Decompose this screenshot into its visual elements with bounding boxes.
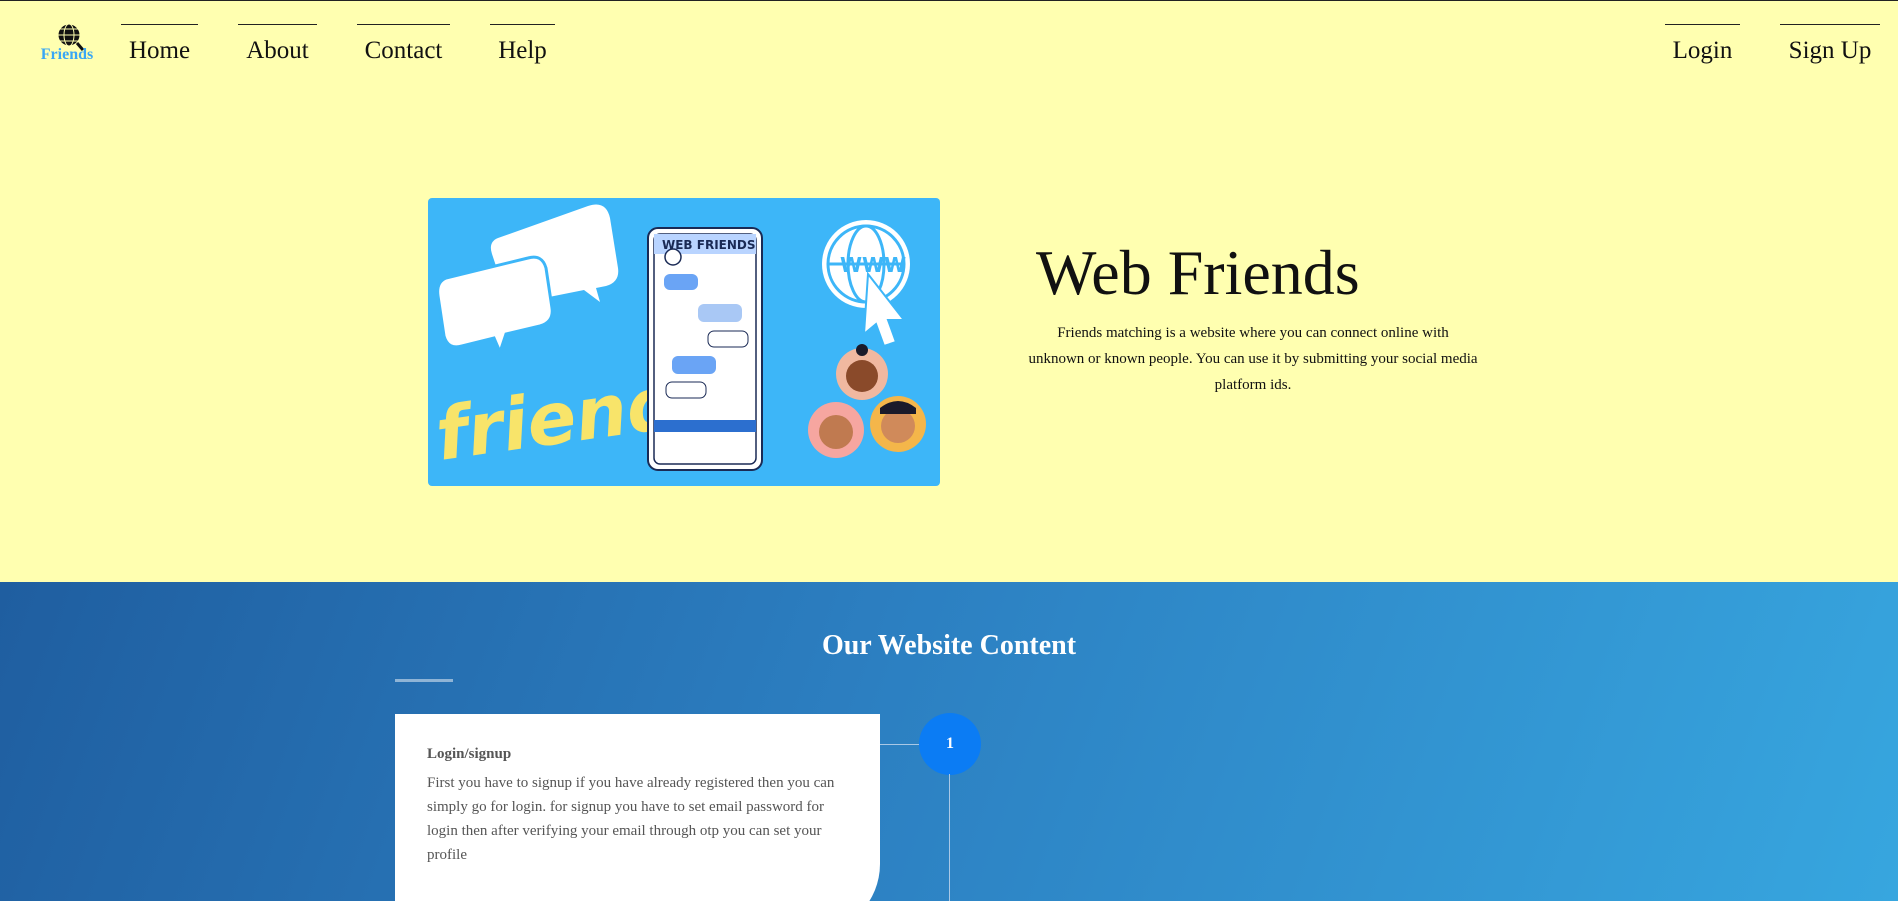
- nav-home-link[interactable]: Home: [121, 24, 198, 68]
- hero-description: Friends matching is a website where you …: [1028, 325, 1478, 393]
- speech-bubbles-icon: [436, 204, 619, 357]
- step-card-title: Login/signup: [427, 746, 512, 762]
- section-divider: [395, 679, 453, 682]
- logo-text: Friends: [40, 46, 94, 63]
- people-avatars-icon: [808, 344, 926, 458]
- timeline-connector: [880, 744, 920, 745]
- site-logo[interactable]: Friends: [36, 22, 98, 68]
- step-card: Login/signup First you have to signup if…: [395, 714, 880, 901]
- hero-illustration-graphic: friends WEB FRIENDS WWW: [431, 204, 926, 477]
- website-content-section: Our Website Content Login/signup First y…: [0, 582, 1898, 901]
- phone-icon: WEB FRIENDS: [647, 227, 763, 471]
- step-card-body: First you have to signup if you have alr…: [427, 775, 835, 863]
- nav-help-link[interactable]: Help: [490, 24, 555, 68]
- section-title: Our Website Content: [821, 630, 1077, 661]
- hero-title: Web Friends: [1036, 237, 1360, 308]
- www-globe-icon: WWW: [822, 220, 910, 348]
- timeline-line: [949, 774, 950, 901]
- nav-signup-link[interactable]: Sign Up: [1780, 24, 1880, 68]
- nav-login-link[interactable]: Login: [1665, 24, 1740, 68]
- hero-illustration: friends WEB FRIENDS WWW: [428, 198, 940, 486]
- step-number-badge: 1: [919, 713, 981, 775]
- nav-about-link[interactable]: About: [238, 24, 317, 68]
- nav-contact-link[interactable]: Contact: [357, 24, 450, 68]
- top-navigation: Friends Home About Contact Help Login Si…: [0, 0, 1898, 80]
- globe-text: WWW: [840, 253, 906, 277]
